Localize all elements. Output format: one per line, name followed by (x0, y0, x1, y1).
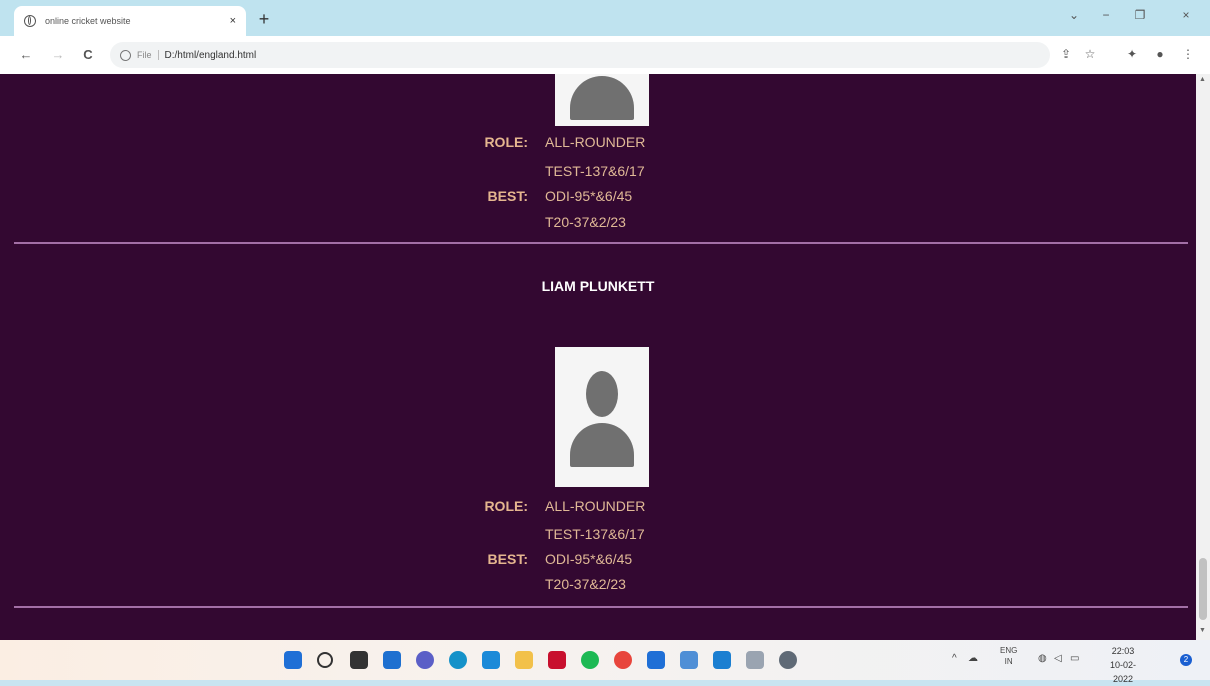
globe-icon (24, 15, 36, 27)
search-icon[interactable] (317, 652, 333, 668)
profile-icon[interactable]: ● (1152, 47, 1168, 61)
store-icon[interactable] (482, 651, 500, 669)
notepad-icon[interactable] (680, 651, 698, 669)
volume-icon[interactable]: ◁ (1054, 653, 1062, 664)
role-label: ROLE: (484, 134, 528, 150)
tray-chevron-icon[interactable]: ^ (952, 653, 957, 664)
tab-strip: online cricket website × + ⌄ − ❐ × (0, 0, 1210, 36)
extensions-icon[interactable]: ✦ (1124, 47, 1140, 61)
best-label: BEST: (487, 551, 528, 567)
chrome-dev-icon[interactable] (779, 651, 797, 669)
region-code: IN (1004, 657, 1013, 666)
widgets-icon[interactable] (383, 651, 401, 669)
reload-button[interactable]: C (80, 47, 96, 62)
scroll-up-arrow-icon[interactable]: ▲ (1199, 76, 1206, 83)
best-odi: ODI-95*&6/45 (545, 551, 633, 567)
minimize-button[interactable]: − (1096, 8, 1116, 22)
mail-icon[interactable] (647, 651, 665, 669)
player-photo (555, 347, 649, 487)
url-text[interactable]: D:/html/england.html (165, 50, 257, 61)
new-tab-button[interactable]: + (254, 9, 274, 29)
scrollbar-thumb[interactable] (1199, 558, 1207, 620)
best-label: BEST: (487, 188, 528, 204)
document-icon[interactable] (746, 651, 764, 669)
close-window-button[interactable]: × (1176, 8, 1196, 22)
best-t20: T20-37&2/23 (545, 214, 626, 230)
language-code: ENG (1000, 646, 1018, 655)
forward-button[interactable]: → (50, 47, 66, 62)
menu-icon[interactable]: ⋮ (1180, 47, 1196, 61)
onedrive-icon[interactable]: ☁ (968, 653, 978, 664)
clock-date: 10-02-2022 (1109, 660, 1136, 684)
divider (14, 242, 1188, 244)
task-view-icon[interactable] (350, 651, 368, 669)
windows-taskbar: ^ ☁ ENG IN ◍ ◁ ▭ 22:03 10-02-2022 2 (0, 640, 1210, 684)
back-button[interactable]: ← (18, 47, 34, 62)
restore-button[interactable]: ❐ (1130, 8, 1150, 22)
network-icon[interactable]: ◍ (1038, 653, 1047, 664)
chat-icon[interactable] (416, 651, 434, 669)
vertical-scrollbar[interactable]: ▲ ▼ (1196, 74, 1210, 640)
person-head-icon (586, 371, 618, 417)
role-value: ALL-ROUNDER (545, 134, 646, 150)
start-icon[interactable] (284, 651, 302, 669)
tab-title: online cricket website (45, 16, 131, 26)
scroll-down-arrow-icon[interactable]: ▼ (1199, 627, 1206, 634)
notification-badge[interactable]: 2 (1180, 654, 1192, 666)
browser-tab[interactable]: online cricket website × (14, 6, 246, 36)
mcafee-icon[interactable] (548, 651, 566, 669)
player-name: LIAM PLUNKETT (541, 278, 655, 294)
language-indicator[interactable]: ENG IN (1000, 645, 1017, 667)
tab-search-button[interactable]: ⌄ (1064, 8, 1084, 22)
role-value: ALL-ROUNDER (545, 498, 646, 514)
role-label: ROLE: (484, 498, 528, 514)
site-info-icon[interactable] (120, 49, 131, 61)
clock-time: 22:03 (1111, 646, 1135, 656)
best-test: TEST-137&6/17 (545, 163, 645, 179)
person-silhouette-icon (570, 423, 634, 467)
player-photo (555, 74, 649, 126)
edge-icon[interactable] (449, 651, 467, 669)
bookmark-star-icon[interactable]: ☆ (1082, 47, 1098, 61)
divider (14, 606, 1188, 608)
battery-icon[interactable]: ▭ (1070, 653, 1079, 664)
person-silhouette-icon (570, 76, 634, 120)
chrome-icon[interactable] (614, 651, 632, 669)
tab-close-button[interactable]: × (230, 15, 236, 27)
best-t20: T20-37&2/23 (545, 576, 626, 592)
vscode-icon[interactable] (713, 651, 731, 669)
best-test: TEST-137&6/17 (545, 526, 645, 542)
file-explorer-icon[interactable] (515, 651, 533, 669)
url-scheme: File (137, 50, 159, 60)
best-odi: ODI-95*&6/45 (545, 188, 633, 204)
browser-toolbar: ← → C File D:/html/england.html ⇪ ☆ ✦ ● … (0, 36, 1210, 75)
address-bar[interactable]: File D:/html/england.html (110, 42, 1050, 68)
spotify-icon[interactable] (581, 651, 599, 669)
page-content: ROLE: ALL-ROUNDER TEST-137&6/17 BEST: OD… (0, 74, 1196, 640)
share-icon[interactable]: ⇪ (1058, 47, 1074, 61)
